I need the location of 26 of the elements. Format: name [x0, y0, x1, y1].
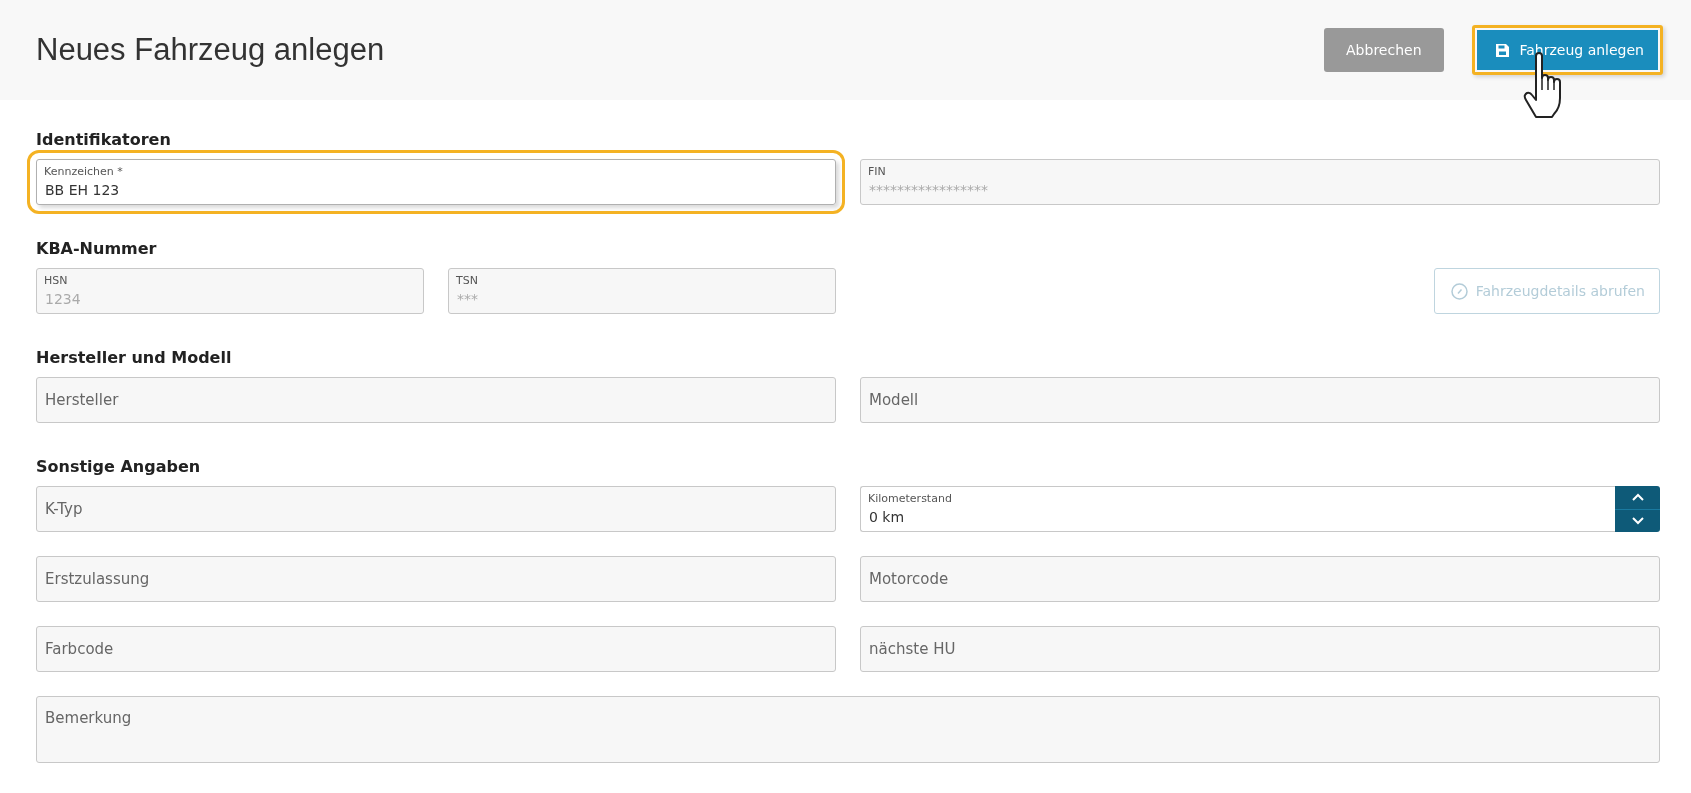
field-label: FIN — [868, 165, 886, 178]
page-title: Neues Fahrzeug anlegen — [36, 32, 385, 68]
input-field[interactable]: Hersteller — [36, 377, 836, 423]
input-field[interactable]: K-Typ — [36, 486, 836, 532]
decrement-button[interactable] — [1615, 508, 1660, 532]
field-label: Kennzeichen * — [44, 165, 123, 178]
field-label: TSN — [456, 274, 478, 287]
gauge-icon — [1450, 282, 1468, 300]
section-title: Hersteller und Modell — [36, 348, 233, 368]
remarks-field[interactable]: Bemerkung — [36, 696, 1660, 763]
input-field[interactable]: Modell — [860, 377, 1660, 423]
field-label: HSN — [44, 274, 68, 287]
increment-button[interactable] — [1615, 486, 1660, 509]
cancel-button[interactable]: Abbrechen — [1324, 28, 1444, 72]
section-title: Identifikatoren — [36, 130, 172, 150]
field-label: Kilometerstand — [868, 492, 952, 505]
save-icon — [1494, 42, 1510, 58]
section-title: Sonstige Angaben — [36, 457, 202, 477]
create-vehicle-button[interactable]: Fahrzeug anlegen — [1471, 25, 1663, 75]
input-field[interactable]: nächste HU — [860, 626, 1660, 672]
input-field[interactable]: Motorcode — [860, 556, 1660, 602]
section-title: KBA-Nummer — [36, 239, 158, 259]
input-field[interactable]: Erstzulassung — [36, 556, 836, 602]
input-field[interactable]: Farbcode — [36, 626, 836, 672]
chevron-up-icon — [1631, 493, 1644, 502]
chevron-down-icon — [1631, 516, 1644, 525]
